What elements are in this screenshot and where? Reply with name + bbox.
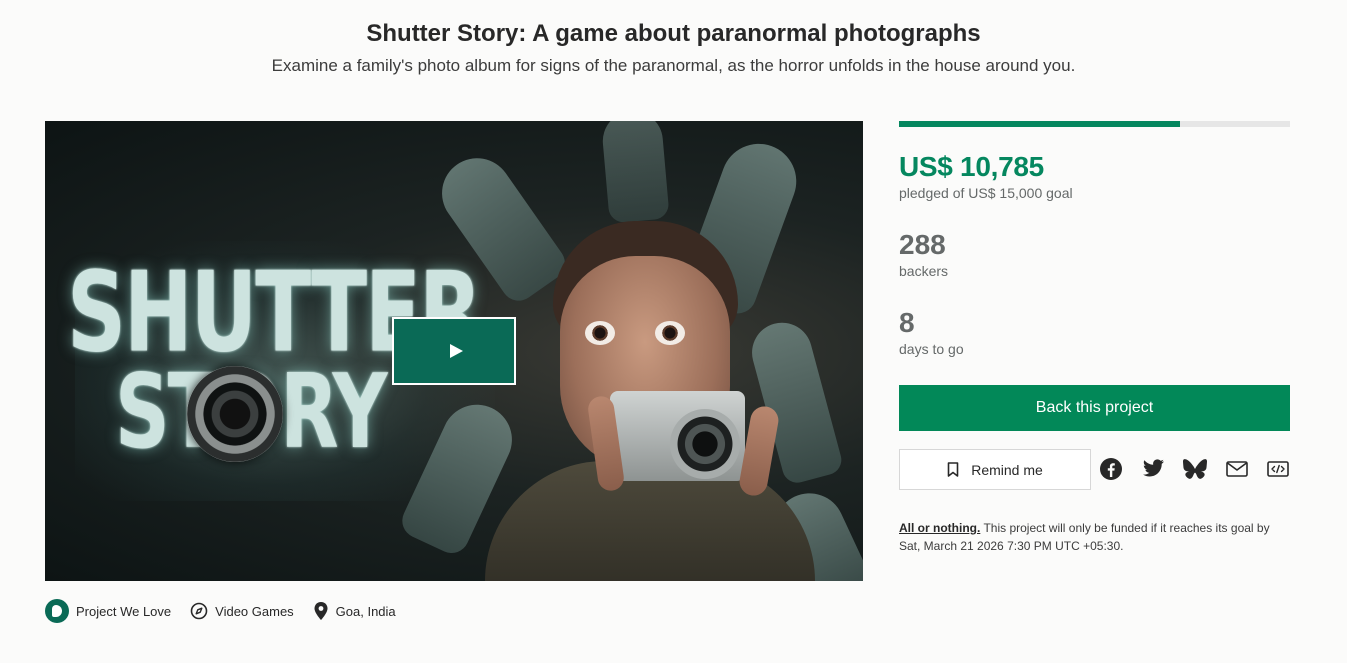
funding-progress-fill — [899, 121, 1181, 127]
play-video-button[interactable] — [392, 317, 516, 385]
email-icon — [1226, 461, 1248, 477]
tag-category[interactable]: Video Games — [190, 602, 294, 620]
bluesky-icon — [1183, 458, 1207, 479]
location-pin-icon — [313, 601, 329, 621]
back-this-project-button[interactable]: Back this project — [899, 385, 1290, 431]
remind-me-button[interactable]: Remind me — [899, 449, 1091, 490]
person-eye — [585, 321, 615, 345]
tag-label: Project We Love — [76, 603, 172, 619]
project-video[interactable]: SHUTTER STORY — [45, 121, 863, 581]
share-facebook-button[interactable] — [1098, 456, 1124, 482]
all-or-nothing-notice: All or nothing. This project will only b… — [899, 519, 1290, 555]
backers-count: 288 — [899, 229, 946, 260]
logo-camera-lens — [187, 366, 283, 462]
project-tags: Project We Love Video Games Goa, India — [45, 599, 415, 623]
project-we-love-icon — [45, 599, 69, 623]
days-to-go-label: days to go — [899, 341, 964, 357]
tag-label: Goa, India — [335, 603, 396, 619]
project-title: Shutter Story: A game about paranormal p… — [366, 20, 981, 47]
tag-label: Video Games — [215, 603, 294, 619]
tag-location[interactable]: Goa, India — [313, 601, 396, 621]
project-subtitle: Examine a family's photo album for signs… — [271, 56, 1076, 75]
funding-progress-bar — [899, 121, 1290, 127]
play-icon — [449, 344, 463, 358]
tag-project-we-love[interactable]: Project We Love — [45, 599, 171, 623]
ghost-hand — [600, 121, 670, 224]
campaign-stats: US$ 10,785 pledged of US$ 15,000 goal 28… — [899, 121, 1290, 553]
all-or-nothing-link[interactable]: All or nothing. — [899, 521, 980, 535]
pledged-goal-text: pledged of US$ 15,000 goal — [899, 185, 1073, 201]
project-header: Shutter Story: A game about paranormal p… — [0, 18, 1347, 78]
embed-icon — [1267, 461, 1289, 477]
share-twitter-button[interactable] — [1140, 456, 1166, 482]
compass-icon — [190, 602, 208, 620]
backers-label: backers — [899, 263, 949, 279]
bookmark-icon — [947, 462, 959, 477]
remind-me-label: Remind me — [971, 461, 1043, 478]
camera-lens — [670, 409, 740, 479]
share-email-button[interactable] — [1224, 456, 1250, 482]
twitter-icon — [1143, 459, 1164, 477]
share-embed-button[interactable] — [1265, 456, 1291, 482]
days-to-go-count: 8 — [899, 307, 915, 338]
facebook-icon — [1100, 458, 1122, 480]
person-eye — [655, 321, 685, 345]
share-bluesky-button[interactable] — [1182, 456, 1208, 482]
pledged-amount: US$ 10,785 — [899, 151, 1044, 182]
